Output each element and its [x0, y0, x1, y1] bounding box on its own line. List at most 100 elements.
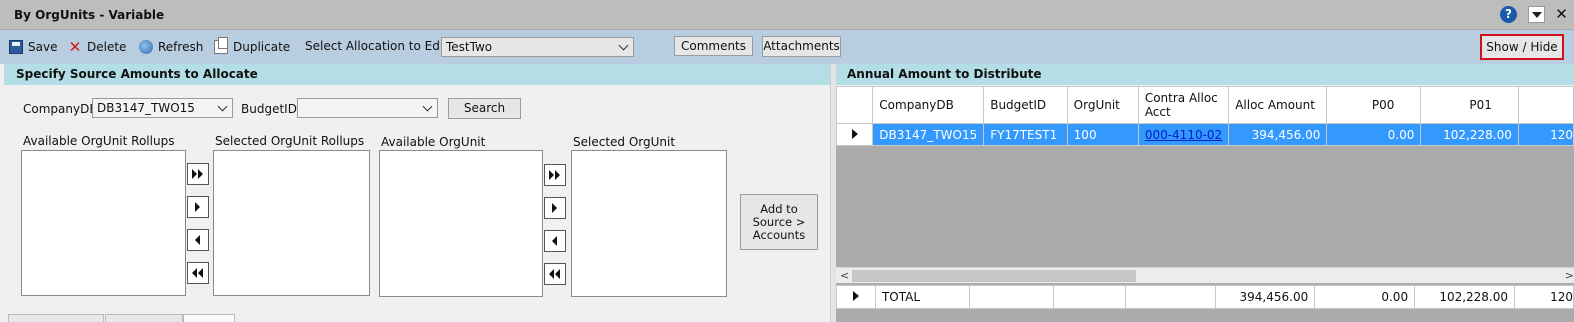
cell-contra-alloc-acct[interactable]: 000-4110-02 — [1137, 123, 1230, 146]
grid-header-row: CompanyDB BudgetID OrgUnit Contra Alloc … — [835, 86, 1574, 124]
duplicate-icon — [214, 37, 228, 54]
column-header[interactable]: Contra Alloc Acct — [1137, 86, 1230, 124]
double-arrow-left-icon — [192, 268, 203, 278]
contra-acct-link[interactable]: 000-4110-02 — [1145, 128, 1222, 142]
refresh-globe-icon — [139, 40, 153, 54]
double-arrow-left-icon — [549, 269, 560, 279]
scrollbar-thumb[interactable] — [852, 270, 1136, 282]
cell-orgunit[interactable]: 100 — [1066, 123, 1139, 146]
budgetid-select[interactable] — [297, 98, 438, 118]
refresh-label: Refresh — [158, 40, 204, 54]
move-right-button[interactable] — [187, 196, 209, 218]
selected-rollups-label: Selected OrgUnit Rollups — [215, 134, 365, 148]
save-icon — [9, 40, 23, 54]
row-header-corner — [835, 86, 874, 124]
move-left-button[interactable] — [544, 230, 566, 252]
toolbar: Save ✕ Delete Refresh Duplicate Select A… — [0, 30, 1574, 64]
tab-active[interactable] — [183, 314, 235, 322]
double-arrow-right-icon — [549, 170, 560, 180]
scroll-left-icon[interactable]: < — [840, 269, 849, 282]
row-arrow-icon — [852, 291, 859, 301]
available-orgunit-list[interactable] — [379, 150, 543, 297]
help-icon[interactable]: ? — [1500, 6, 1517, 23]
chevron-down-icon — [618, 40, 629, 51]
arrow-left-icon — [195, 235, 200, 245]
move-all-left-button[interactable] — [544, 263, 566, 285]
total-cell-empty — [1052, 285, 1127, 309]
current-row-arrow-icon — [851, 128, 858, 139]
total-p02: 120 — [1514, 285, 1574, 309]
tab[interactable] — [105, 314, 183, 322]
available-rollups-list[interactable] — [21, 150, 186, 296]
companydb-label: CompanyDB — [23, 102, 98, 116]
selected-rollups-list[interactable] — [213, 150, 370, 296]
comments-button[interactable]: Comments — [674, 36, 753, 56]
scroll-right-icon[interactable]: > — [1565, 269, 1574, 282]
move-right-button[interactable] — [544, 197, 566, 219]
annual-amount-header: Annual Amount to Distribute — [836, 64, 1574, 85]
total-alloc-amount: 394,456.00 — [1215, 285, 1316, 309]
cell-p01[interactable]: 102,228.00 — [1420, 123, 1519, 146]
total-cell-empty — [1125, 285, 1217, 309]
close-icon[interactable]: ✕ — [1553, 6, 1570, 23]
column-header[interactable]: P01 — [1420, 86, 1519, 124]
row-selector[interactable] — [836, 285, 876, 309]
show-hide-button[interactable]: Show / Hide — [1480, 34, 1564, 60]
column-header[interactable]: Alloc Amount — [1228, 86, 1328, 124]
save-label: Save — [28, 40, 58, 54]
cell-p02[interactable]: 120 — [1517, 123, 1574, 146]
chevron-down-icon — [217, 101, 228, 112]
column-header[interactable]: BudgetID — [983, 86, 1068, 124]
move-all-left-button[interactable] — [187, 262, 209, 284]
delete-x-icon: ✕ — [68, 38, 82, 56]
total-p01: 102,228.00 — [1414, 285, 1516, 309]
allocation-select-value: TestTwo — [446, 40, 493, 54]
source-amounts-header: Specify Source Amounts to Allocate — [4, 64, 830, 85]
cell-p00[interactable]: 0.00 — [1326, 123, 1422, 146]
budgetid-label: BudgetID — [241, 102, 297, 116]
total-cell-empty — [968, 285, 1054, 309]
window-titlebar: By OrgUnits - Variable ? ✕ — [0, 0, 1574, 30]
save-button[interactable]: Save — [9, 38, 57, 56]
double-arrow-right-icon — [192, 169, 203, 179]
available-rollups-label: Available OrgUnit Rollups — [23, 134, 175, 148]
selected-orgunit-label: Selected OrgUnit — [573, 135, 676, 149]
column-header[interactable]: CompanyDB — [872, 86, 985, 124]
arrow-left-icon — [552, 236, 557, 246]
cell-budgetid[interactable]: FY17TEST1 — [983, 123, 1068, 146]
search-button[interactable]: Search — [448, 98, 521, 119]
horizontal-scrollbar[interactable]: < > — [836, 267, 1574, 283]
cell-companydb[interactable]: DB3147_TWO15 — [872, 123, 985, 146]
selected-orgunit-list[interactable] — [571, 150, 727, 297]
window-title: By OrgUnits - Variable — [14, 8, 165, 22]
window-menu-dropdown-icon[interactable] — [1528, 6, 1545, 23]
table-row[interactable]: DB3147_TWO15 FY17TEST1 100 000-4110-02 3… — [835, 123, 1574, 146]
delete-button[interactable]: ✕ Delete — [68, 38, 127, 56]
total-label: TOTAL — [874, 285, 970, 309]
row-selector[interactable] — [835, 123, 874, 146]
available-orgunit-label: Available OrgUnit — [381, 135, 486, 149]
add-to-source-accounts-button[interactable]: Add to Source > Accounts — [740, 194, 818, 250]
allocation-select[interactable]: TestTwo — [441, 37, 634, 57]
duplicate-button[interactable]: Duplicate — [214, 37, 291, 56]
total-row: TOTAL 394,456.00 0.00 102,228.00 120 — [836, 285, 1574, 309]
delete-label: Delete — [87, 40, 127, 54]
chevron-down-icon — [422, 101, 433, 112]
total-p00: 0.00 — [1314, 285, 1416, 309]
companydb-select-value: DB3147_TWO15 — [97, 101, 195, 115]
move-all-right-button[interactable] — [544, 164, 566, 186]
arrow-right-icon — [552, 203, 557, 213]
column-header-partial[interactable] — [1517, 86, 1574, 124]
column-header[interactable]: OrgUnit — [1066, 86, 1139, 124]
tab[interactable] — [8, 314, 104, 322]
column-header[interactable]: P00 — [1326, 86, 1422, 124]
select-allocation-label: Select Allocation to Edit — [305, 39, 448, 53]
attachments-button[interactable]: Attachments — [762, 36, 841, 57]
duplicate-label: Duplicate — [233, 40, 291, 54]
move-all-right-button[interactable] — [187, 163, 209, 185]
companydb-select[interactable]: DB3147_TWO15 — [92, 98, 233, 118]
cell-alloc-amount[interactable]: 394,456.00 — [1228, 123, 1328, 146]
arrow-right-icon — [195, 202, 200, 212]
refresh-button[interactable]: Refresh — [139, 38, 203, 56]
move-left-button[interactable] — [187, 229, 209, 251]
